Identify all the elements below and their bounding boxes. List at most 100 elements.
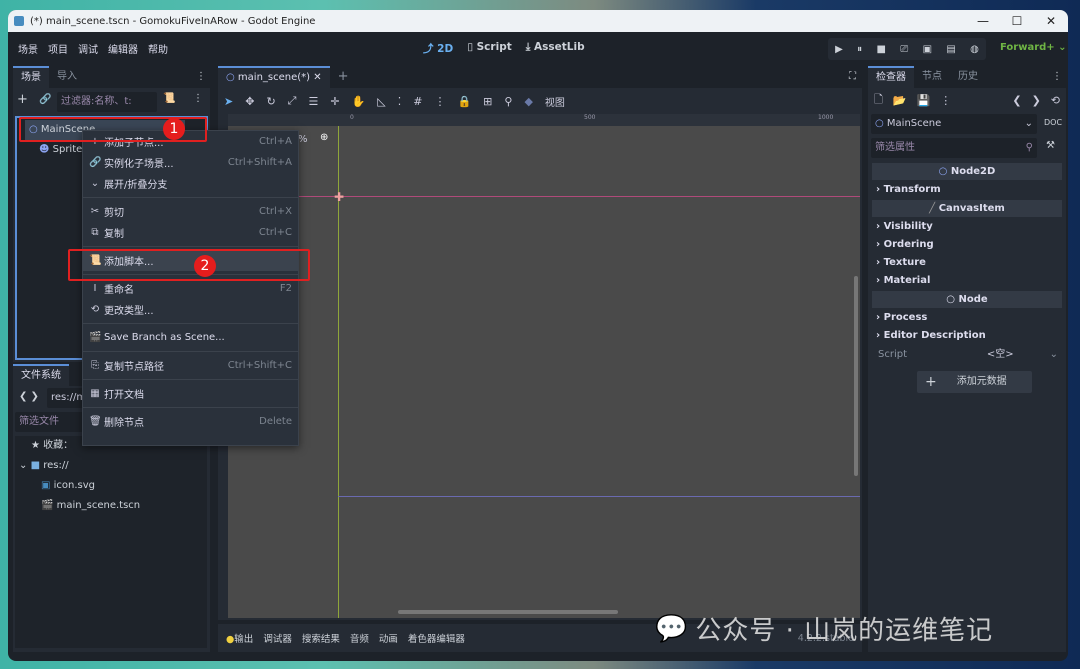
ruler-tool-icon[interactable]: ◺ [377,95,385,108]
rotate-tool-icon[interactable]: ↻ [266,95,275,108]
bone-icon[interactable]: ⚲ [504,95,512,108]
history-icon[interactable]: ⟲ [1051,94,1060,107]
tab-node[interactable]: 节点 [914,66,950,88]
context-menu-item[interactable]: 🎬 Save Branch as Scene... [83,327,298,348]
lock-icon[interactable]: 🔒 [457,95,471,108]
grid-icon[interactable]: # [413,95,422,108]
tab-filesystem[interactable]: 文件系统 [13,364,69,386]
renderer-select[interactable]: Forward+ ⌄ [1000,42,1067,53]
close-tab-icon[interactable]: ✕ [313,72,321,83]
tab-animation[interactable]: 动画 [379,631,398,645]
fullscreen-icon[interactable]: ⛶ [849,66,862,88]
scale-tool-icon[interactable]: ⤢ [288,94,297,108]
play-scene-icon[interactable]: ▣ [923,44,932,55]
context-menu-item[interactable]: ▦ 打开文档 [83,383,298,404]
context-menu-item[interactable]: ✂ 剪切 Ctrl+X [83,201,298,222]
tab-history[interactable]: 历史 [950,66,986,88]
tab-search-results[interactable]: 搜索结果 [302,631,340,645]
close-button[interactable]: ✕ [1034,10,1068,32]
menu-item-shortcut: Ctrl+A [258,136,292,147]
maximize-button[interactable]: ☐ [1000,10,1034,32]
script-button[interactable]: ▯ Script [467,41,512,56]
tab-audio[interactable]: 音频 [350,631,369,645]
remote-debug-icon[interactable]: ⎚ [900,44,908,55]
tab-debugger[interactable]: 调试器 [263,631,292,645]
annotation-box-2 [68,249,310,281]
group-icon[interactable]: ⊞ [483,95,492,108]
property-group[interactable]: › Texture [868,254,1066,272]
file-item[interactable]: 🎬 main_scene.tscn [15,496,207,516]
more-icon[interactable]: ⋮ [1052,66,1066,88]
chevron-down-icon[interactable]: ⌄ [1050,345,1058,365]
more-icon[interactable]: ⋮ [434,95,445,108]
folder-res[interactable]: ⌄ ■ res:// [15,456,207,476]
context-menu-item[interactable]: 🔗 实例化子场景... Ctrl+Shift+A [83,152,298,173]
more-icon[interactable]: ⋮ [193,93,203,104]
attach-script-icon[interactable]: 📜 [163,93,175,104]
context-menu-item[interactable]: I 重命名 F2 [83,278,298,299]
tools-icon[interactable]: ⚒ [1046,140,1055,151]
forward-icon[interactable]: ❯ [1032,94,1041,107]
list-select-icon[interactable]: ☰ [308,95,318,108]
context-menu-item[interactable]: ⧉ 复制 Ctrl+C [83,222,298,243]
add-metadata-button[interactable]: + 添加元数据 [917,371,1032,393]
save-icon[interactable]: 💾 [917,94,931,107]
link-icon[interactable]: 🔗 [39,94,51,105]
pause-icon[interactable]: ⏸ [857,44,862,55]
script-property[interactable]: Script <空> ⌄ [868,345,1066,365]
property-group[interactable]: › Material [868,272,1066,290]
open-folder-icon[interactable]: 📂 [893,94,907,107]
property-group[interactable]: › Transform [868,181,1066,199]
assetlib-button[interactable]: ⤓ AssetLib [526,41,585,56]
2d-button[interactable]: ⤴ 2D [423,41,453,56]
view-menu[interactable]: 视图 [545,94,565,109]
menu-separator [83,407,298,408]
property-group[interactable]: › Process [868,309,1066,327]
file-item[interactable]: ▣ icon.svg [15,476,207,496]
stop-icon[interactable]: ■ [876,44,885,55]
property-filter-input[interactable]: 筛选属性 ⚲ [871,138,1037,158]
property-group[interactable]: › Visibility [868,218,1066,236]
menu-debug[interactable]: 调试 [78,41,98,56]
doc-icon[interactable]: DOC [1044,118,1062,127]
camera-icon[interactable]: ◆ [524,95,532,108]
add-node-icon[interactable]: + [17,92,28,107]
object-selector[interactable]: ○ MainScene ⌄ [871,114,1037,134]
horizontal-scrollbar[interactable] [398,610,618,614]
property-group[interactable]: › Editor Description [868,327,1066,345]
property-group[interactable]: › Ordering [868,236,1066,254]
viewport-2d[interactable]: ✚ % ⊕ [228,126,860,618]
minimize-button[interactable]: — [966,10,1000,32]
move-tool-icon[interactable]: ✥ [245,95,254,108]
menu-help[interactable]: 帮助 [148,41,168,56]
tab-inspector[interactable]: 检查器 [868,66,914,88]
snap-icon[interactable]: ⁚ [398,95,402,108]
new-tab-button[interactable]: + [330,66,357,88]
play-custom-scene-icon[interactable]: ▤ [946,44,955,55]
context-menu-item[interactable]: ⌄ 展开/折叠分支 [83,173,298,194]
play-icon[interactable]: ▶ [835,44,843,55]
context-menu-item[interactable]: ⟲ 更改类型... [83,299,298,320]
tab-main-scene[interactable]: ○ main_scene(*) ✕ [218,66,330,88]
context-menu-item[interactable]: 🗑 删除节点 Delete [83,411,298,432]
more-icon[interactable]: ⋮ [196,66,210,88]
vertical-scrollbar[interactable] [854,276,858,476]
tab-scene[interactable]: 场景 [13,66,49,88]
new-resource-icon[interactable]: 🗋 [874,91,883,110]
menu-project[interactable]: 项目 [48,41,68,56]
menu-scene[interactable]: 场景 [18,41,38,56]
tab-output[interactable]: ●输出 [226,631,253,645]
pivot-icon[interactable]: ✛ [330,95,339,108]
tab-import[interactable]: 导入 [49,66,85,88]
more-icon[interactable]: ⋮ [940,94,951,107]
zoom-in-icon[interactable]: ⊕ [320,132,328,143]
select-tool-icon[interactable]: ➤ [224,95,233,108]
context-menu-item[interactable]: ⎘ 复制节点路径 Ctrl+Shift+C [83,355,298,376]
back-icon[interactable]: ❮ [1012,94,1021,107]
tab-shader-editor[interactable]: 着色器编辑器 [408,631,465,645]
pan-tool-icon[interactable]: ✋ [352,95,366,108]
scene-filter-input[interactable]: 过滤器:名称、t: [57,92,157,112]
menu-editor[interactable]: 编辑器 [108,41,138,56]
back-icon[interactable]: ❮ ❯ [19,391,39,402]
movie-maker-icon[interactable]: ◍ [970,44,979,55]
